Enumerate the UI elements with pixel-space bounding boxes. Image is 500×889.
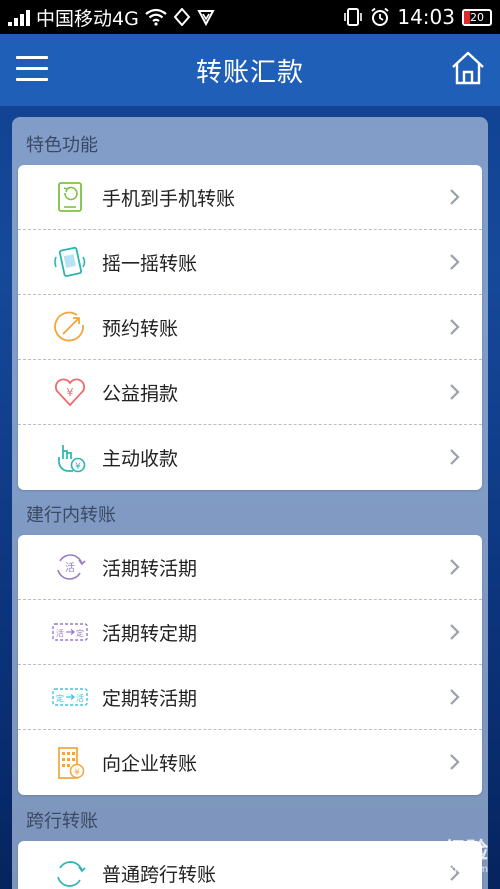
- chevron-right-icon: [450, 449, 460, 465]
- chevron-right-icon: [450, 559, 460, 575]
- shield-icon: [197, 10, 215, 26]
- menu-item-label: 普通跨行转账: [102, 864, 217, 886]
- section-title-interbank: 跨行转账: [26, 811, 98, 832]
- menu-item-current-to-fixed[interactable]: 活 定 活期转定期: [18, 600, 482, 665]
- menu-item-charity-donation[interactable]: ¥ 公益捐款: [18, 360, 482, 425]
- chevron-right-icon: [450, 254, 460, 270]
- menu-item-scheduled-transfer[interactable]: 预约转账: [18, 295, 482, 360]
- watermark-brand: Bai 经验: [397, 839, 488, 864]
- vibrate-icon: [344, 8, 363, 26]
- menu-item-label: 公益捐款: [102, 382, 179, 405]
- hand-tap-yuan-icon: ¥: [52, 440, 88, 476]
- clock-time: 14:03: [397, 5, 455, 29]
- svg-text:¥: ¥: [67, 386, 74, 399]
- menu-item-shake-transfer[interactable]: 摇一摇转账: [18, 230, 482, 295]
- current-cycle-icon: 活: [52, 549, 88, 585]
- svg-text:¥: ¥: [74, 768, 80, 778]
- menu-item-transfer-to-enterprise[interactable]: ¥ 向企业转账: [18, 730, 482, 795]
- menu-item-label: 摇一摇转账: [102, 252, 198, 275]
- interbank-cycle-icon: [52, 856, 88, 889]
- hotspot-icon: [173, 8, 191, 26]
- menu-button[interactable]: [16, 56, 48, 82]
- app-header: 转账汇款: [0, 34, 500, 106]
- menu-item-phone-to-phone-transfer[interactable]: 手机到手机转账: [18, 165, 482, 230]
- chevron-right-icon: [450, 319, 460, 335]
- signal-strength-icon: [8, 8, 30, 26]
- menu-item-current-to-current[interactable]: 活 活期转活期: [18, 535, 482, 600]
- phone-transfer-icon: [52, 179, 88, 215]
- status-bar: 中国移动4G 14:03 20: [0, 0, 500, 34]
- menu-item-active-collection[interactable]: ¥ 主动收款: [18, 425, 482, 490]
- chevron-right-icon: [450, 384, 460, 400]
- in-bank-transfer-card: 活 活期转活期 活 定 活期转定期 定 活 定期转活期 ¥ 向企业转账: [18, 535, 482, 795]
- watermark-url: jingyan.baidu.com: [395, 864, 488, 875]
- chevron-right-icon: [450, 624, 460, 640]
- baidu-jingyan-watermark: Bai 经验 jingyan.baidu.com: [396, 841, 488, 875]
- svg-text:定: 定: [56, 693, 64, 703]
- shake-phone-icon: [52, 244, 88, 280]
- svg-text:定: 定: [76, 628, 84, 638]
- svg-text:活: 活: [76, 693, 84, 703]
- wifi-icon: [145, 8, 167, 26]
- page-title: 转账汇款: [195, 57, 304, 88]
- battery-icon: 20: [462, 8, 492, 26]
- battery-level: 20: [470, 10, 484, 24]
- current-to-fixed-icon: 活 定: [52, 614, 88, 650]
- section-title-in-bank: 建行内转账: [26, 505, 116, 526]
- hamburger-menu-icon: [16, 56, 48, 59]
- svg-text:活: 活: [65, 562, 75, 574]
- carrier-label: 中国移动4G: [36, 7, 139, 30]
- menu-item-label: 定期转活期: [102, 687, 198, 710]
- menu-item-label: 活期转定期: [102, 622, 198, 645]
- menu-item-fixed-to-current[interactable]: 定 活 定期转活期: [18, 665, 482, 730]
- menu-item-label: 主动收款: [102, 448, 179, 470]
- chevron-right-icon: [450, 689, 460, 705]
- heart-yuan-icon: ¥: [52, 374, 88, 410]
- alarm-clock-icon: [371, 7, 389, 26]
- featured-functions-card: 手机到手机转账 摇一摇转账 预约转账 ¥ 公益捐款 ¥ 主动收款: [18, 165, 482, 490]
- menu-item-label: 手机到手机转账: [102, 187, 236, 210]
- fixed-to-current-icon: 定 活: [52, 679, 88, 715]
- svg-text:活: 活: [56, 628, 64, 638]
- home-button[interactable]: [450, 50, 486, 86]
- menu-item-label: 预约转账: [102, 317, 179, 340]
- svg-text:¥: ¥: [75, 462, 81, 472]
- section-title-featured: 特色功能: [26, 135, 98, 156]
- scheduled-arrow-icon: [52, 309, 88, 345]
- menu-item-label: 活期转活期: [102, 557, 198, 580]
- chevron-right-icon: [450, 189, 460, 205]
- menu-item-label: 向企业转账: [102, 753, 198, 775]
- content-panel: 特色功能 手机到手机转账 摇一摇转账 预约转账 ¥ 公益捐款 ¥ 主动收款 建行…: [12, 117, 488, 889]
- home-icon: [452, 51, 484, 85]
- building-yuan-icon: ¥: [52, 745, 88, 781]
- chevron-right-icon: [450, 754, 460, 770]
